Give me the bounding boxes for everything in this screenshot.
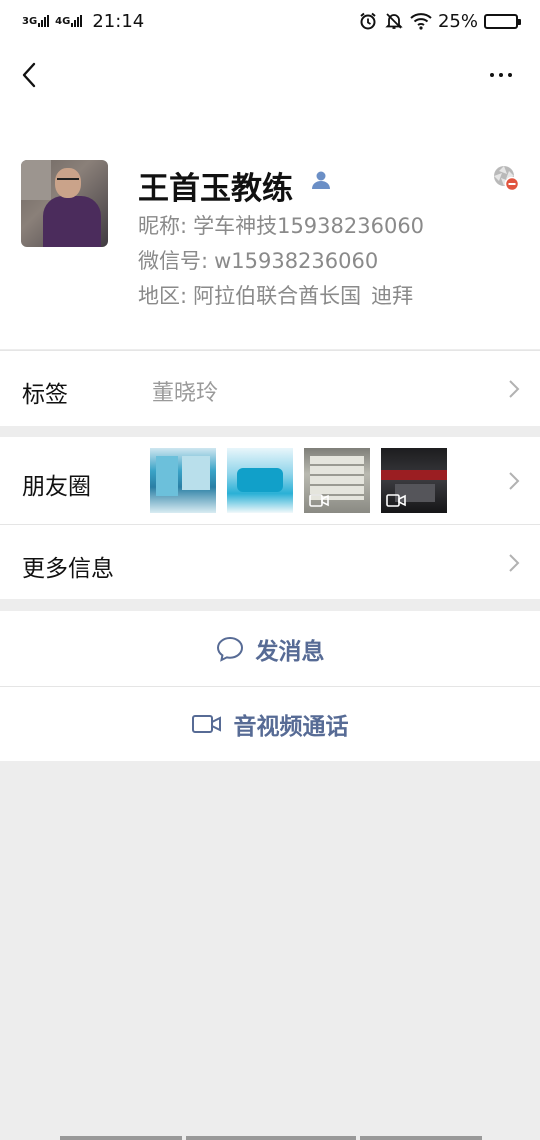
chevron-right-icon xyxy=(509,554,520,572)
wechat-id-line: 微信号: w15938236060 xyxy=(138,245,378,275)
bottom-bar xyxy=(186,1136,356,1140)
video-call-label: 音视频通话 xyxy=(233,714,349,740)
network-3g-indicator: 3G xyxy=(22,15,50,27)
more-dot xyxy=(508,73,512,77)
network-4g-indicator: 4G xyxy=(55,15,83,27)
person-icon xyxy=(312,171,330,189)
chat-bubble-icon xyxy=(216,636,243,662)
status-right: 25% xyxy=(358,10,521,32)
tags-row[interactable]: 标签 董晓玲 xyxy=(0,350,540,426)
avatar-background xyxy=(21,160,51,200)
back-button[interactable] xyxy=(14,58,44,92)
status-bar: 3G 4G 21:14 25% xyxy=(0,0,540,42)
wifi-icon xyxy=(410,12,432,30)
contact-name: 王首玉教练 xyxy=(138,171,293,207)
region-label: 地区: xyxy=(138,284,188,308)
region-line: 地区: 阿拉伯联合酋长国 迪拜 xyxy=(138,280,413,310)
video-call-button[interactable]: 音视频通话 xyxy=(0,686,540,761)
moments-thumbnail[interactable] xyxy=(304,448,370,513)
bottom-bar xyxy=(360,1136,482,1140)
mute-bell-icon xyxy=(384,11,404,31)
alarm-icon xyxy=(358,11,378,31)
avatar-glasses xyxy=(57,178,79,183)
battery-icon xyxy=(484,13,521,29)
moments-label: 朋友圈 xyxy=(22,474,91,500)
chevron-right-icon xyxy=(509,472,520,490)
avatar[interactable] xyxy=(21,160,108,247)
video-icon xyxy=(309,494,329,507)
network-3g-label: 3G xyxy=(22,16,38,27)
network-4g-label: 4G xyxy=(55,16,71,27)
avatar-head xyxy=(55,168,81,198)
wechat-id-value[interactable]: w15938236060 xyxy=(214,249,378,273)
profile-card: 王首玉教练 昵称: 学车神技15938236060 微信号: w1593823606… xyxy=(0,108,540,349)
avatar-body xyxy=(43,196,101,247)
more-dots-icon xyxy=(490,73,494,77)
tags-value: 董晓玲 xyxy=(152,381,219,406)
chevron-right-icon xyxy=(509,380,520,398)
region-city: 迪拜 xyxy=(371,284,414,308)
send-message-label: 发消息 xyxy=(255,638,325,665)
thumb-block xyxy=(156,456,178,496)
moments-thumbnail[interactable] xyxy=(150,448,216,513)
thumb-block xyxy=(381,470,447,480)
region-country: 阿拉伯联合酋长国 xyxy=(193,284,362,308)
bottom-edge-bars xyxy=(60,1136,482,1140)
moments-thumbnail[interactable] xyxy=(227,448,293,513)
nickname-line: 昵称: 学车神技15938236060 xyxy=(138,210,424,240)
moments-thumbnails xyxy=(150,448,447,513)
nickname-value: 学车神技15938236060 xyxy=(193,214,425,238)
more-info-row[interactable]: 更多信息 xyxy=(0,524,540,599)
nav-bar xyxy=(0,42,540,108)
nickname-label: 昵称: xyxy=(138,214,188,238)
status-left: 3G 4G 21:14 xyxy=(22,11,144,32)
video-camera-icon xyxy=(191,715,221,733)
bottom-bar xyxy=(60,1136,182,1140)
moments-row[interactable]: 朋友圈 xyxy=(0,437,540,524)
tags-label: 标签 xyxy=(22,382,68,408)
more-options-button[interactable] xyxy=(484,62,518,88)
more-info-label: 更多信息 xyxy=(22,556,114,582)
moments-thumbnail[interactable] xyxy=(381,448,447,513)
shutter-blocked-icon[interactable] xyxy=(492,164,520,192)
wechat-id-label: 微信号: xyxy=(138,249,209,273)
chevron-left-icon xyxy=(22,62,36,88)
clock-time: 21:14 xyxy=(92,10,145,32)
more-dot xyxy=(499,73,503,77)
send-message-button[interactable]: 发消息 xyxy=(0,611,540,686)
signal-bars-icon xyxy=(71,15,83,27)
thumb-block xyxy=(237,468,283,492)
battery-percent: 25% xyxy=(437,10,478,32)
video-icon xyxy=(386,494,406,507)
thumb-block xyxy=(182,456,210,490)
signal-bars-icon xyxy=(38,15,50,27)
